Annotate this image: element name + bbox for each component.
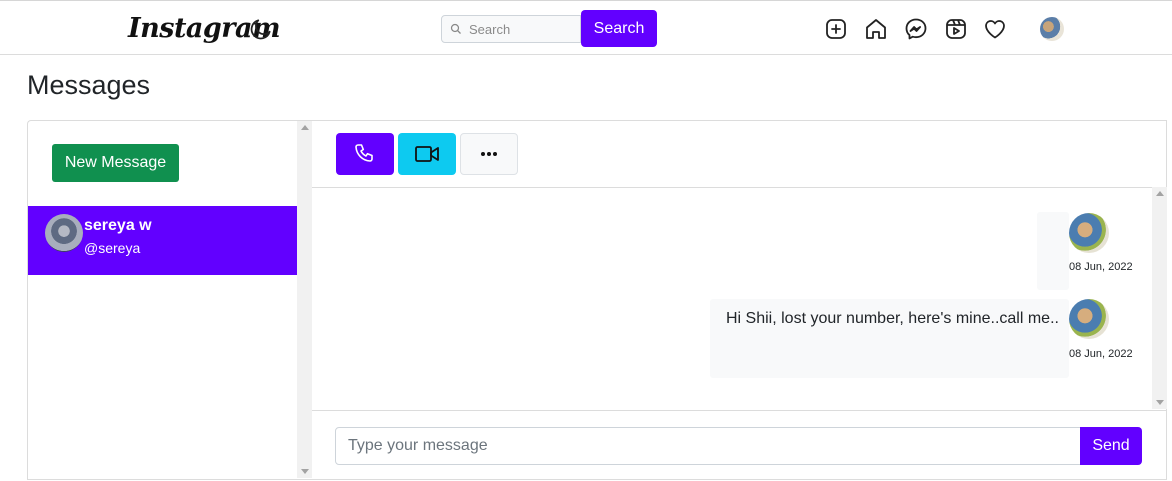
search-input[interactable]: [469, 16, 579, 42]
avatar: [45, 214, 83, 252]
message-date: 08 Jun, 2022: [1069, 261, 1133, 273]
avatar: [1069, 299, 1109, 339]
chat-toolbar: [312, 121, 1167, 188]
message-bubble: Hi Shii, lost your number, here's mine..…: [710, 299, 1069, 378]
message-text: Hi Shii, lost your number, here's mine..…: [726, 310, 1059, 327]
conversation-list-panel: New Message sereya w @sereya: [27, 120, 312, 480]
voice-call-button[interactable]: [336, 133, 394, 175]
messenger-icon[interactable]: [904, 17, 928, 41]
more-icon: [481, 152, 497, 156]
moon-icon[interactable]: [248, 16, 274, 42]
home-icon[interactable]: [864, 17, 888, 41]
more-options-button[interactable]: [460, 133, 518, 175]
new-message-button[interactable]: New Message: [52, 144, 179, 182]
profile-avatar[interactable]: [1040, 17, 1064, 41]
video-call-button[interactable]: [398, 133, 456, 175]
avatar: [1069, 213, 1109, 253]
video-icon: [415, 146, 439, 162]
contact-handle: @sereya: [84, 240, 141, 256]
chat-panel: 08 Jun, 2022 Hi Shii, lost your number, …: [312, 120, 1167, 480]
phone-icon: [355, 144, 373, 162]
message-date: 08 Jun, 2022: [1069, 348, 1133, 360]
scroll-up-icon[interactable]: [1156, 191, 1164, 196]
conversation-list-scrollbar[interactable]: [297, 121, 312, 478]
search-box: [441, 15, 581, 43]
contact-name: sereya w: [84, 217, 152, 234]
message-composer: Send: [312, 410, 1167, 481]
search-icon: [450, 23, 461, 34]
message-thread-scrollbar[interactable]: [1152, 187, 1167, 409]
scroll-up-icon[interactable]: [301, 125, 309, 130]
heart-icon[interactable]: [983, 17, 1007, 41]
top-navbar: Instagram Search: [0, 0, 1172, 55]
scroll-down-icon[interactable]: [1156, 400, 1164, 405]
add-post-icon[interactable]: [824, 17, 848, 41]
search-button[interactable]: Search: [581, 10, 657, 47]
message-thread: 08 Jun, 2022 Hi Shii, lost your number, …: [312, 188, 1152, 410]
reels-icon[interactable]: [944, 17, 968, 41]
scroll-down-icon[interactable]: [301, 469, 309, 474]
send-button[interactable]: Send: [1080, 427, 1142, 465]
conversation-item[interactable]: sereya w @sereya: [28, 206, 298, 275]
message-input[interactable]: [335, 427, 1081, 465]
message-bubble: [1037, 212, 1069, 290]
page-title: Messages: [27, 70, 151, 100]
